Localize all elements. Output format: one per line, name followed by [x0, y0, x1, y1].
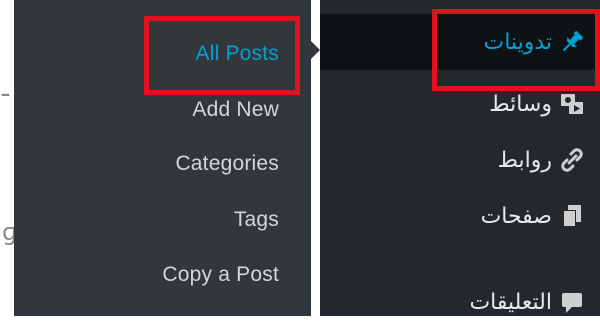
menu-item-label: تدوينات	[483, 29, 552, 55]
menu-item-comments[interactable]: التعليقات	[320, 274, 600, 330]
pages-icon	[558, 202, 586, 230]
menu-item-posts[interactable]: تدوينات	[320, 14, 600, 70]
background-text-fragment: ـ	[2, 74, 10, 102]
submenu-item-copy-a-post[interactable]: Copy a Post	[162, 263, 279, 287]
submenu-pointer-arrow	[311, 41, 320, 59]
submenu-item-add-new[interactable]: Add New	[192, 98, 279, 122]
menu-item-pages[interactable]: صفحات	[320, 188, 600, 244]
posts-submenu: All Posts Add New Categories Tags Copy a…	[14, 0, 311, 316]
link-icon	[558, 146, 586, 174]
menu-item-label: روابط	[497, 147, 552, 173]
menu-item-media[interactable]: وسائط	[320, 76, 600, 132]
pushpin-icon	[558, 28, 586, 56]
menu-item-links[interactable]: روابط	[320, 132, 600, 188]
menu-item-label: صفحات	[480, 203, 552, 229]
media-icon	[558, 90, 586, 118]
admin-menu: تدوينات وسائط روابط صفحات التعليقات	[320, 0, 600, 316]
submenu-item-tags[interactable]: Tags	[234, 208, 279, 232]
menu-item-label: وسائط	[489, 91, 552, 117]
submenu-item-categories[interactable]: Categories	[175, 152, 279, 176]
comments-icon	[558, 288, 586, 316]
submenu-item-all-posts[interactable]: All Posts	[196, 42, 280, 66]
menu-item-label: التعليقات	[469, 289, 552, 315]
